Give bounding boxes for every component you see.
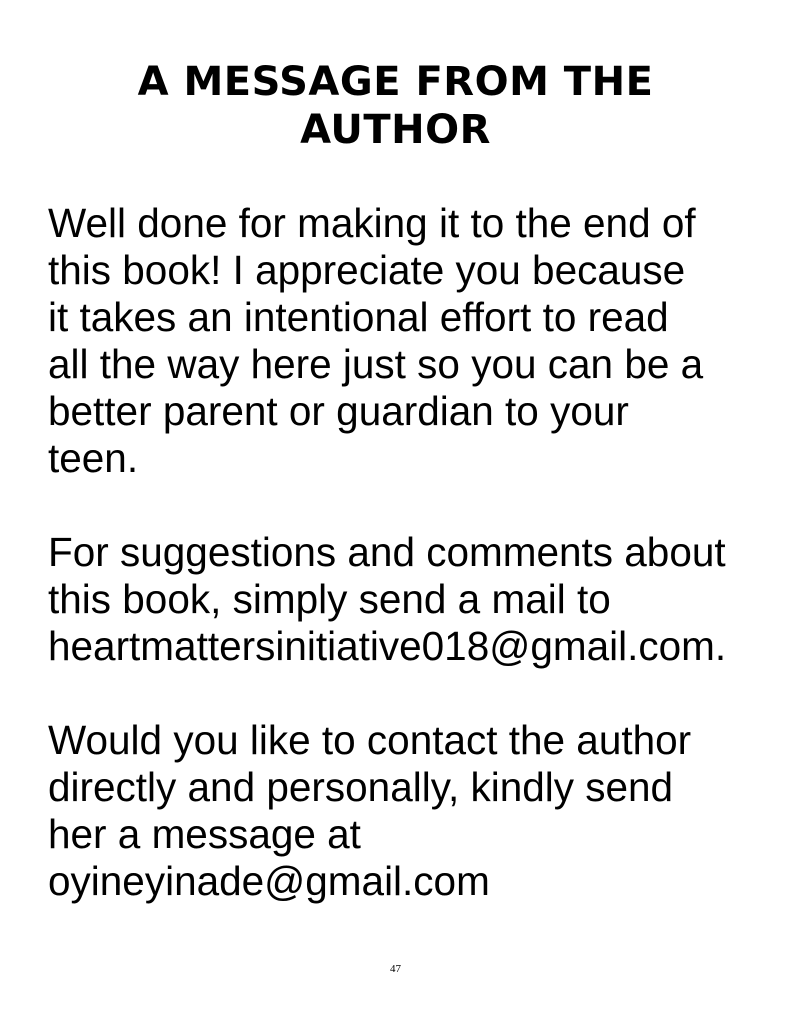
page-title-line-1: A MESSAGE FROM THE <box>137 59 654 105</box>
text-line: all the way here just so you can be a <box>48 341 704 387</box>
feedback-email: heartmattersinitiative018@gmail.com. <box>48 623 727 669</box>
text-line: it takes an intentional effort to read <box>48 294 669 340</box>
text-line: Well done for making it to the end of <box>48 200 696 246</box>
page-title: A MESSAGE FROM THE AUTHOR <box>60 58 731 154</box>
text-line: For suggestions and comments about <box>48 529 726 575</box>
text-line: directly and personally, kindly send <box>48 764 674 810</box>
text-line: this book! I appreciate you because <box>48 247 686 293</box>
text-line: teen. <box>48 435 139 481</box>
paragraph-thanks: Well done for making it to the end of th… <box>48 200 768 482</box>
page-title-line-2: AUTHOR <box>300 107 491 153</box>
text-line: her a message at <box>48 811 361 857</box>
author-email: oyineyinade@gmail.com <box>48 858 490 904</box>
text-line: this book, simply send a mail to <box>48 576 611 622</box>
message-body: Well done for making it to the end of th… <box>48 200 768 952</box>
text-line: better parent or guardian to your <box>48 388 629 434</box>
book-page: A MESSAGE FROM THE AUTHOR Well done for … <box>0 0 791 1024</box>
text-line: Would you like to contact the author <box>48 717 692 763</box>
paragraph-suggestions: For suggestions and comments about this … <box>48 529 768 670</box>
page-number: 47 <box>390 963 401 975</box>
paragraph-contact: Would you like to contact the author dir… <box>48 717 768 905</box>
